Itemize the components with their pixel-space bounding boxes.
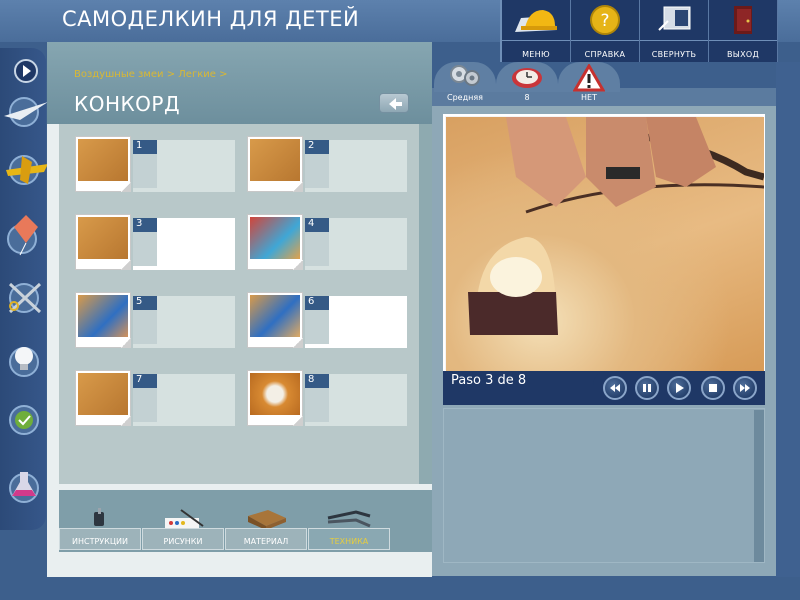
lightbulb-icon[interactable] [4, 338, 44, 378]
step-number: 3 [133, 218, 157, 232]
warning-icon [572, 63, 606, 96]
tab-label: МАТЕРИАЛ [243, 537, 289, 546]
description-scrollbar[interactable] [754, 410, 764, 562]
step-number: 7 [133, 374, 157, 388]
pause-button[interactable] [635, 376, 659, 400]
step-thumbnail [75, 214, 131, 270]
flask-icon[interactable] [4, 464, 44, 504]
step-thumbnail [75, 136, 131, 192]
instructions-panel: Воздушные змеи > Легкие > КОНКОРД 1 2 3 [47, 42, 432, 577]
step-thumbnail [75, 370, 131, 426]
step-number: 8 [305, 374, 329, 388]
info-tab-warnings[interactable]: НЕТ [558, 62, 620, 106]
airplane-icon[interactable] [4, 148, 48, 188]
step-description-area [443, 408, 765, 563]
step-number: 5 [133, 296, 157, 310]
video-frame-image [468, 117, 765, 335]
right-edge [776, 62, 800, 577]
rewind-icon [610, 384, 620, 392]
step-item-3[interactable]: 3 [73, 214, 238, 276]
video-player[interactable] [446, 117, 765, 371]
rewind-button[interactable] [603, 376, 627, 400]
exit-button[interactable]: ВЫХОД [709, 0, 778, 62]
stop-icon [709, 384, 717, 392]
tab-label: ТЕХНИКА [329, 537, 369, 546]
steps-grid: 1 2 3 4 5 6 7 8 [59, 124, 419, 484]
steps-scrollbar[interactable] [419, 124, 432, 484]
help-label: СПРАВКА [584, 50, 626, 59]
tab-label: ИНСТРУКЦИИ [71, 537, 129, 546]
step-number: 6 [305, 296, 329, 310]
step-thumbnail [247, 370, 303, 426]
step-thumbnail [247, 136, 303, 192]
step-thumbnail [75, 292, 131, 348]
info-tab-time[interactable]: 8 [496, 62, 558, 106]
menu-label: МЕНЮ [522, 50, 550, 59]
arrow-left-icon [389, 98, 402, 110]
difficulty-label: Средняя [447, 93, 483, 102]
menu-button[interactable]: МЕНЮ [502, 0, 571, 62]
tab-materials[interactable]: МАТЕРИАЛ [225, 508, 307, 550]
bottom-band [0, 577, 800, 600]
minimize-label: СВЕРНУТЬ [651, 50, 697, 59]
help-icon: ? [589, 4, 621, 40]
info-tab-difficulty[interactable]: Средняя [434, 62, 496, 106]
step-number: 2 [305, 140, 329, 154]
tab-technique[interactable]: ТЕХНИКА [308, 508, 390, 550]
minimize-button[interactable]: СВЕРНУТЬ [640, 0, 709, 62]
app-title: САМОДЕЛКИН ДЛЯ ДЕТЕЙ [62, 7, 360, 31]
pause-icon [643, 384, 651, 392]
helmet-icon [511, 4, 561, 42]
kite-icon[interactable] [4, 213, 44, 256]
left-dock [0, 48, 48, 530]
exit-label: ВЫХОД [726, 50, 760, 59]
scissors-icon[interactable] [4, 276, 44, 316]
paper-plane-icon[interactable] [4, 90, 48, 130]
breadcrumb[interactable]: Воздушные змеи > Легкие > [74, 69, 227, 80]
info-tabs: Средняя 8 НЕТ [432, 62, 780, 106]
step-number: 4 [305, 218, 329, 232]
step-counter: Paso 3 de 8 [451, 373, 527, 388]
step-thumbnail [247, 292, 303, 348]
bottom-tab-bar: ИНСТРУКЦИИ РИСУНКИ МАТЕРИАЛ ТЕХНИКА [59, 490, 432, 552]
gears-icon [447, 62, 483, 96]
step-item-5[interactable]: 5 [73, 292, 238, 354]
warnings-label: НЕТ [581, 93, 597, 102]
step-thumbnail [247, 214, 303, 270]
step-item-6[interactable]: 6 [245, 292, 410, 354]
fast-forward-button[interactable] [733, 376, 757, 400]
stop-button[interactable] [701, 376, 725, 400]
step-item-2[interactable]: 2 [245, 136, 410, 198]
clock-icon [510, 64, 544, 96]
step-item-7[interactable]: 7 [73, 370, 238, 432]
step-number: 1 [133, 140, 157, 154]
top-menu: МЕНЮ ? СПРАВКА СВЕРНУТЬ ВЫХОД [500, 0, 778, 62]
tab-drawings[interactable]: РИСУНКИ [142, 508, 224, 550]
step-item-8[interactable]: 8 [245, 370, 410, 432]
recycle-check-icon[interactable] [4, 398, 44, 438]
back-button[interactable] [379, 93, 409, 113]
page-title: КОНКОРД [74, 92, 181, 116]
tab-label: РИСУНКИ [163, 537, 203, 546]
play-button[interactable] [667, 376, 691, 400]
video-controls: Paso 3 de 8 [443, 371, 765, 405]
minimize-icon [656, 4, 692, 38]
video-frame [443, 114, 765, 372]
help-button[interactable]: ? СПРАВКА [571, 0, 640, 62]
tab-instructions[interactable]: ИНСТРУКЦИИ [59, 508, 141, 550]
step-item-4[interactable]: 4 [245, 214, 410, 276]
fast-forward-icon [740, 384, 750, 392]
exit-door-icon [728, 4, 758, 40]
step-item-1[interactable]: 1 [73, 136, 238, 198]
play-icon [676, 383, 684, 393]
time-label: 8 [524, 93, 530, 102]
svg-text:?: ? [600, 11, 609, 31]
